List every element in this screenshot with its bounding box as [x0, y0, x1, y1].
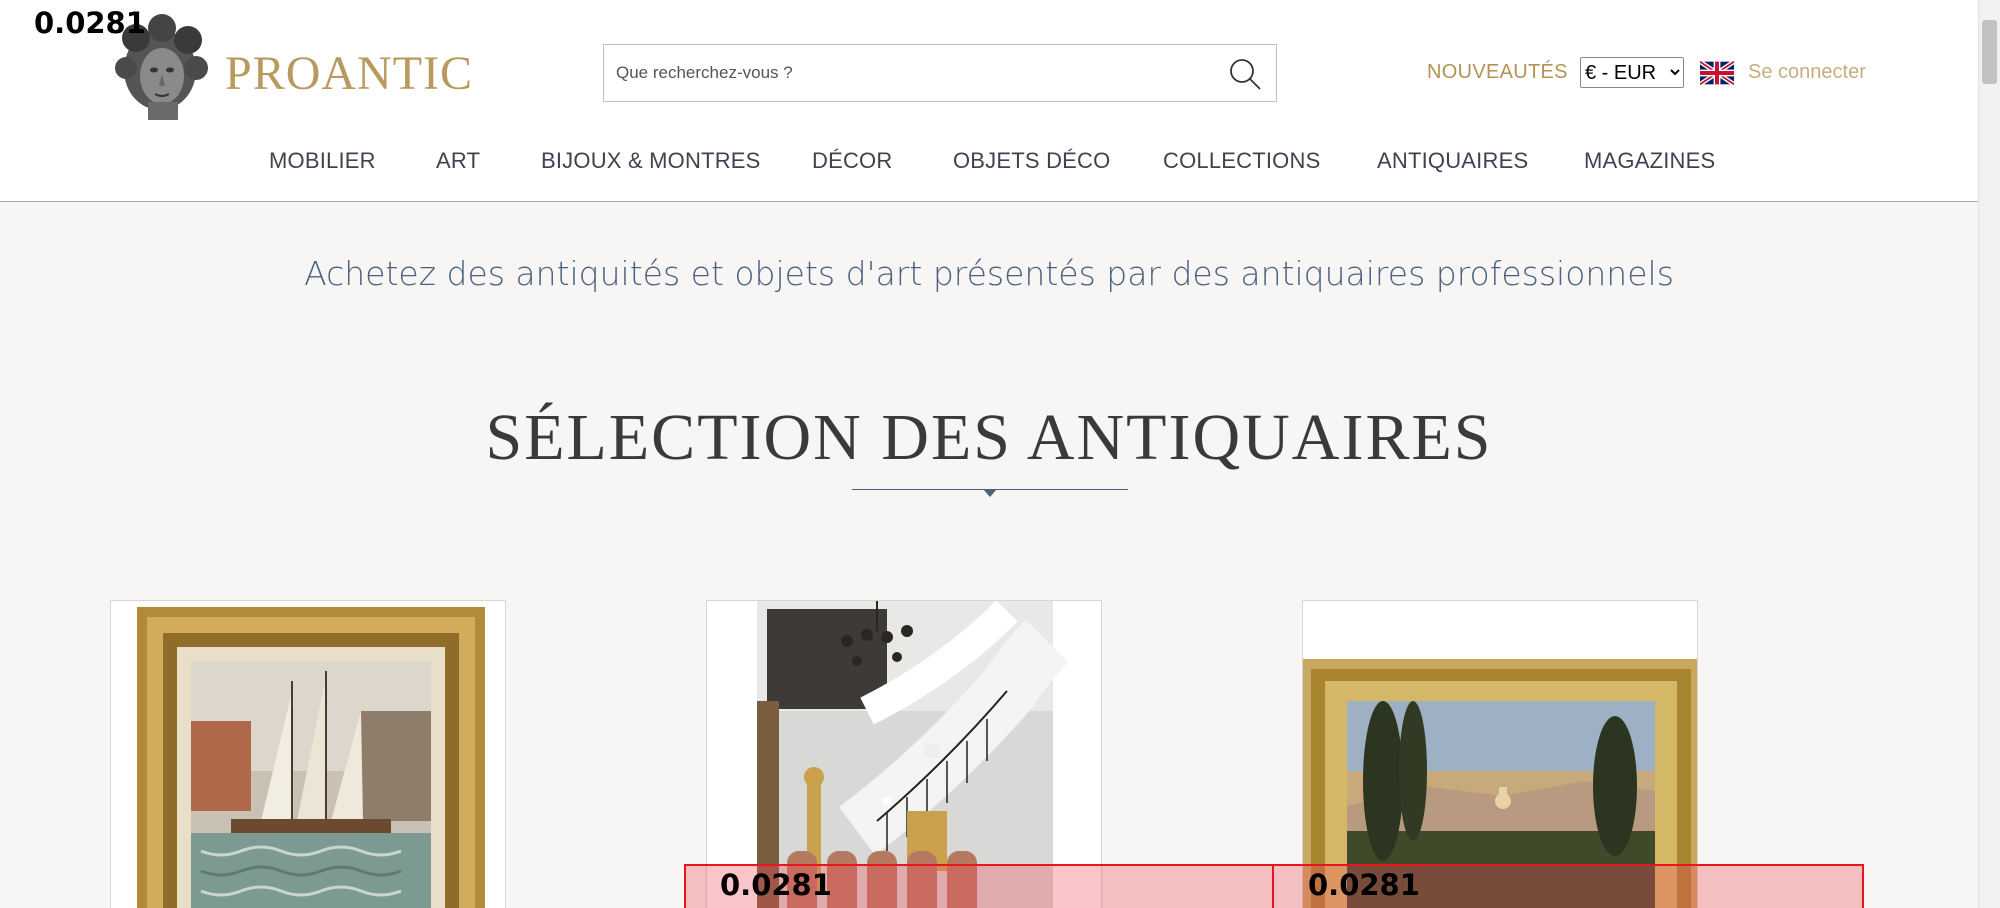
debug-overlay-box-2: 0.0281 [1272, 864, 1864, 908]
new-arrivals-link[interactable]: NOUVEAUTÉS [1427, 61, 1568, 84]
nav-item-mobilier[interactable]: MOBILIER [269, 148, 376, 174]
debug-overlay-label: 0.0281 [720, 868, 832, 902]
nav-item-objets-deco[interactable]: OBJETS DÉCO [953, 148, 1110, 174]
interior-staircase-image [707, 601, 1101, 908]
nav-item-collections[interactable]: COLLECTIONS [1163, 148, 1320, 174]
scrollbar-thumb[interactable] [1982, 20, 1997, 84]
nav-item-bijoux-montres[interactable]: BIJOUX & MONTRES [541, 148, 761, 174]
site-header: PROANTIC NOUVEAUTÉS € - EUR Se connecter… [0, 0, 1978, 202]
login-link[interactable]: Se connecter [1748, 61, 1866, 84]
sailboats-painting-image [111, 601, 505, 908]
search-input[interactable] [616, 45, 1206, 101]
brand-logo-text[interactable]: PROANTIC [225, 46, 473, 101]
nav-item-magazines[interactable]: MAGAZINES [1584, 148, 1715, 174]
currency-select[interactable]: € - EUR [1580, 57, 1684, 88]
product-card-landscape-painting[interactable] [1302, 600, 1698, 908]
section-title: SÉLECTION DES ANTIQUAIRES [485, 401, 1493, 474]
page-scrollbar[interactable] [1978, 0, 2000, 908]
product-card-interior-staircase[interactable] [706, 600, 1102, 908]
title-divider-arrow [983, 489, 997, 497]
page-tagline: Achetez des antiquités et objets d'art p… [304, 254, 1674, 293]
landscape-painting-image [1303, 601, 1697, 908]
search-icon[interactable] [1228, 57, 1262, 91]
main-navigation: MOBILIER ART BIJOUX & MONTRES DÉCOR OBJE… [0, 148, 1978, 180]
debug-overlay-label: 0.0281 [1308, 868, 1420, 902]
debug-score-label: 0.0281 [34, 6, 146, 40]
nav-item-art[interactable]: ART [436, 148, 480, 174]
nav-item-antiquaires[interactable]: ANTIQUAIRES [1377, 148, 1528, 174]
nav-item-decor[interactable]: DÉCOR [812, 148, 892, 174]
debug-overlay-box-1: 0.0281 [684, 864, 1274, 908]
search-bar [603, 44, 1277, 102]
uk-flag-icon[interactable] [1700, 61, 1734, 85]
product-card-sailboats-painting[interactable] [110, 600, 506, 908]
